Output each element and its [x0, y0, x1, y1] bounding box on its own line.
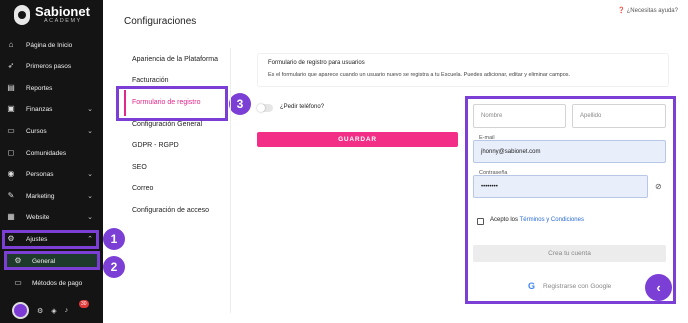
last-name-field[interactable]: Apellido [572, 104, 666, 128]
first-name-field[interactable]: Nombre [473, 104, 566, 128]
chat-icon: ◻ [7, 148, 15, 157]
google-signup-button[interactable]: G Registrarse con Google [528, 281, 611, 291]
sidebar-item-website[interactable]: ▦ Website ⌄ [0, 208, 103, 226]
people-icon: ◉ [7, 169, 15, 178]
sidebar-item-label: Métodos de pago [32, 279, 83, 287]
last-name-placeholder: Apellido [580, 113, 602, 119]
brand-name: Sabionet [35, 4, 90, 20]
google-signup-label: Registrarse con Google [543, 282, 612, 290]
collapse-panel-button[interactable]: ‹ [645, 274, 672, 301]
bell-icon[interactable]: ♪ [65, 307, 69, 314]
form-info-card: Formulario de registro para usuarios Es … [257, 53, 669, 87]
sidebar-item-label: Cursos [26, 127, 47, 135]
active-indicator [124, 90, 126, 116]
sidebar-item-primeros-pasos[interactable]: ➶ Primeros pasos [0, 57, 103, 75]
chart-icon: ▤ [7, 83, 15, 92]
step-badge-1: 1 [103, 228, 125, 250]
chevron-up-icon: ⌃ [87, 236, 93, 243]
save-button[interactable]: GUARDAR [257, 132, 458, 147]
sidebar-item-label: Marketing [26, 192, 55, 200]
google-icon: G [528, 281, 536, 291]
help-icon: ❓ [617, 8, 625, 14]
sidebar-item-comunidades[interactable]: ◻ Comunidades [0, 144, 103, 162]
sidebar: Sabionet ACADEMY ⌂ Página de Inicio ➶ Pr… [0, 0, 103, 323]
terms-text: Acepto los Términos y Condiciones [490, 217, 584, 223]
rocket-icon: ➶ [7, 61, 15, 70]
sidebar-item-label: Reportes [26, 84, 53, 92]
settings-menu-configuracion-general[interactable]: Configuración General [132, 121, 202, 128]
notification-badge: 30 [79, 300, 89, 308]
chevron-left-icon: ‹ [656, 280, 661, 295]
password-value: •••••••• [481, 183, 498, 190]
sidebar-item-finanzas[interactable]: ▣ Finanzas ⌄ [0, 100, 103, 118]
sidebar-item-label: General [32, 257, 56, 265]
settings-menu-facturacion[interactable]: Facturación [132, 77, 169, 84]
brand-logo[interactable]: Sabionet ACADEMY [14, 5, 90, 25]
settings-menu-configuracion-acceso[interactable]: Configuración de acceso [132, 207, 209, 214]
help-link[interactable]: ❓ ¿Necesitas ayuda? [617, 7, 678, 14]
sidebar-item-ajustes[interactable]: ⚙ Ajustes ⌃ [0, 230, 103, 248]
sidebar-item-metodos-de-pago[interactable]: ▭ Métodos de pago [0, 274, 103, 292]
app-root: Sabionet ACADEMY ⌂ Página de Inicio ➶ Pr… [0, 0, 688, 323]
terms-prefix: Acepto los [490, 217, 519, 223]
sidebar-item-label: Comunidades [26, 149, 67, 157]
sidebar-item-label: Website [26, 213, 50, 221]
settings-menu-correo[interactable]: Correo [132, 185, 153, 192]
sabionet-logo-icon [14, 5, 30, 25]
gear-icon: ⚙ [7, 234, 15, 243]
create-account-button[interactable]: Crea tu cuenta [473, 245, 666, 262]
sidebar-item-label: Primeros pasos [26, 62, 72, 70]
sidebar-footer: ⚙ ◈ ♪ 30 [0, 298, 103, 323]
form-info-description: Es el formulario que aparece cuando un u… [268, 72, 571, 78]
sidebar-item-label: Ajustes [26, 235, 48, 243]
menu-divider [230, 48, 231, 313]
brand-subtitle: ACADEMY [44, 18, 82, 25]
sidebar-item-label: Personas [26, 170, 54, 178]
megaphone-icon: ✎ [7, 191, 15, 200]
help-label: ¿Necesitas ayuda? [626, 8, 678, 14]
wallet-icon: ▣ [7, 104, 15, 113]
terms-link[interactable]: Términos y Condiciones [520, 217, 584, 223]
shield-icon[interactable]: ◈ [51, 307, 56, 315]
email-field[interactable]: jhonny@sabionet.com [473, 140, 666, 163]
first-name-placeholder: Nombre [481, 113, 503, 119]
chevron-down-icon: ⌄ [87, 171, 93, 178]
settings-menu-formulario-registro[interactable]: Formulario de registro [132, 99, 200, 106]
settings-icon[interactable]: ⚙ [37, 307, 43, 315]
sidebar-item-general[interactable]: ⚙ General [0, 252, 103, 270]
terms-checkbox[interactable] [477, 218, 484, 225]
avatar[interactable] [12, 302, 29, 319]
chevron-down-icon: ⌄ [87, 106, 93, 113]
grid-icon: ▦ [7, 212, 15, 221]
sidebar-item-reportes[interactable]: ▤ Reportes [0, 79, 103, 97]
form-info-title: Formulario de registro para usuarios [268, 60, 365, 66]
sliders-icon: ⚙ [14, 256, 22, 265]
step-badge-3: 3 [229, 93, 251, 115]
settings-menu-gdpr[interactable]: GDPR - RGPD [132, 142, 179, 149]
sidebar-item-cursos[interactable]: ▭ Cursos ⌄ [0, 122, 103, 140]
settings-menu-apariencia[interactable]: Apariencia de la Plataforma [132, 56, 218, 63]
sidebar-item-inicio[interactable]: ⌂ Página de Inicio [0, 36, 103, 54]
sidebar-item-marketing[interactable]: ✎ Marketing ⌄ [0, 187, 103, 205]
home-icon: ⌂ [8, 40, 14, 49]
password-field[interactable]: •••••••• [473, 175, 648, 198]
ask-phone-toggle[interactable] [257, 104, 273, 112]
eye-off-icon[interactable]: ⊘ [655, 182, 662, 191]
sidebar-item-label: Finanzas [26, 105, 53, 113]
step-badge-2: 2 [103, 256, 125, 278]
sidebar-item-personas[interactable]: ◉ Personas ⌄ [0, 165, 103, 183]
settings-menu-seo[interactable]: SEO [132, 164, 147, 171]
chevron-down-icon: ⌄ [87, 214, 93, 221]
page-title: Configuraciones [124, 16, 197, 27]
card-icon: ▭ [14, 278, 22, 287]
email-value: jhonny@sabionet.com [481, 148, 541, 155]
sidebar-item-label: Página de Inicio [26, 41, 73, 49]
chevron-down-icon: ⌄ [87, 128, 93, 135]
chevron-down-icon: ⌄ [87, 193, 93, 200]
book-icon: ▭ [7, 126, 15, 135]
ask-phone-label: ¿Pedir teléfono? [280, 104, 325, 110]
